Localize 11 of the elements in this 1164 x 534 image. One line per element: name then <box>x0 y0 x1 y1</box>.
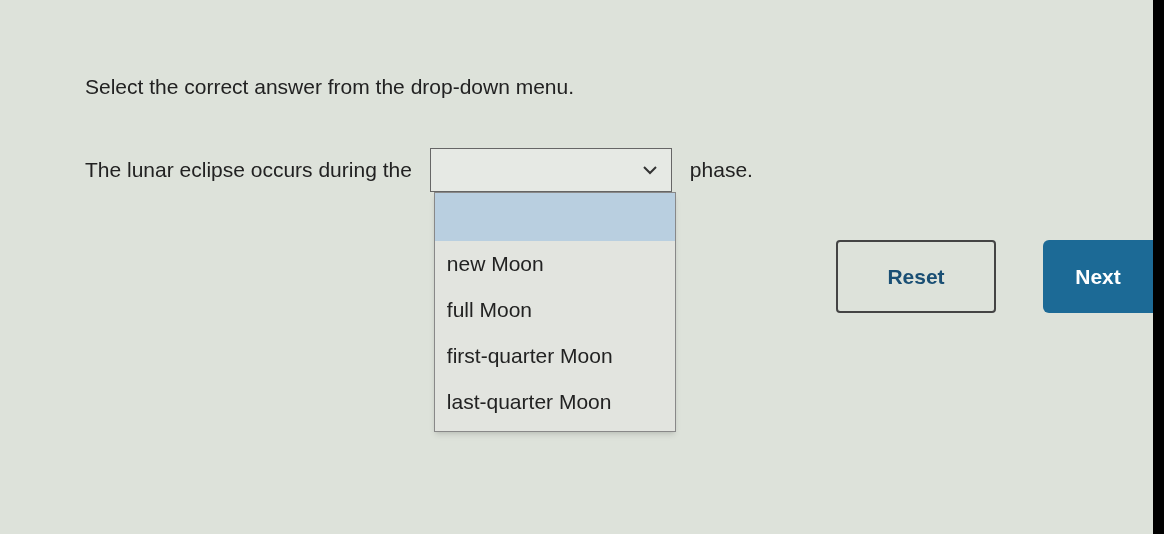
answer-dropdown[interactable] <box>429 148 672 192</box>
question-prompt: Select the correct answer from the drop-down menu. <box>85 74 575 100</box>
reset-button[interactable]: Reset <box>836 240 996 313</box>
sentence-text: phase. <box>689 157 753 184</box>
dropdown-option[interactable]: full Moon <box>434 287 675 333</box>
sentence-text: The lunar eclipse occurs during the <box>85 157 412 184</box>
next-button[interactable]: Next <box>1043 240 1153 313</box>
dropdown-option[interactable]: first-quarter Moon <box>434 333 675 379</box>
dropdown-option[interactable]: last-quarter Moon <box>434 379 675 425</box>
chevron-icon <box>642 165 657 175</box>
dropdown-option[interactable]: new Moon <box>434 241 675 287</box>
